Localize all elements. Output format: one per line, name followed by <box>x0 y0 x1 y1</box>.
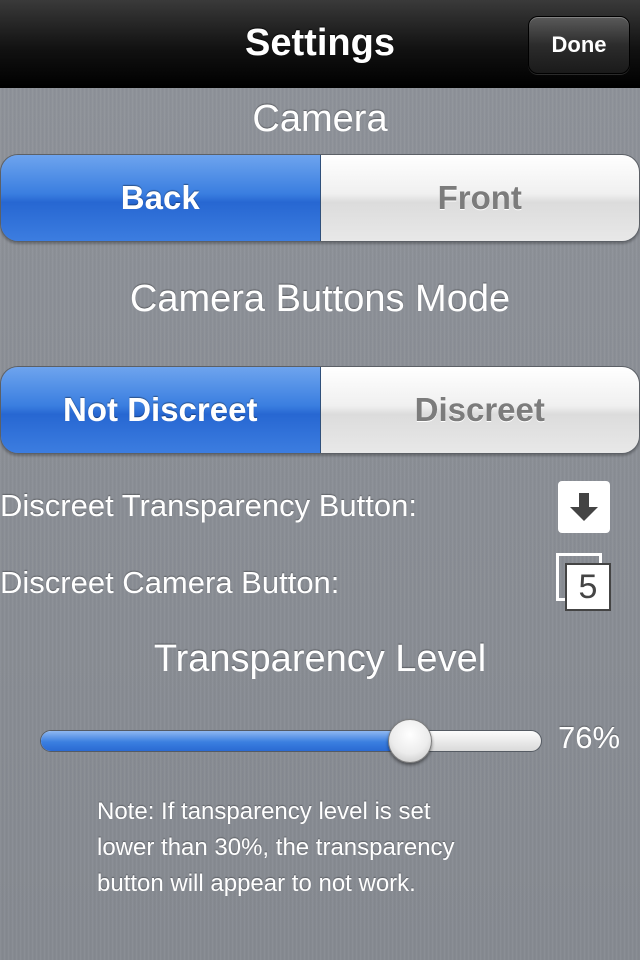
camera-front-segment[interactable]: Front <box>320 155 639 241</box>
camera-back-segment[interactable]: Back <box>1 155 321 241</box>
down-arrow-glyph <box>570 493 598 521</box>
note-line: button will appear to not work. <box>97 870 416 897</box>
note-line: lower than 30%, the transparency <box>97 834 455 861</box>
timer-5-icon[interactable]: 5 <box>556 553 612 611</box>
transparency-value: 76% <box>558 720 621 755</box>
note-line: Note: If tansparency level is set <box>97 798 431 825</box>
transparency-note: Note: If tansparency level is set lower … <box>97 794 567 902</box>
transparency-slider-fill <box>41 731 412 751</box>
discreet-transparency-label: Discreet Transparency Button: <box>0 488 417 523</box>
transparency-slider-thumb[interactable] <box>388 719 433 763</box>
transparency-slider-track[interactable] <box>40 730 542 752</box>
transparency-section-title: Transparency Level <box>153 638 487 680</box>
done-button[interactable]: Done <box>528 16 630 74</box>
not-discreet-segment[interactable]: Not Discreet <box>1 367 321 453</box>
discreet-camera-label: Discreet Camera Button: <box>0 565 340 600</box>
navigation-bar: Settings Done <box>0 0 640 88</box>
down-arrow-icon[interactable] <box>558 481 610 533</box>
discreet-segment[interactable]: Discreet <box>320 367 639 453</box>
timer-icon-digit: 5 <box>565 563 611 611</box>
buttons-mode-segmented-control: Not Discreet Discreet <box>0 366 640 454</box>
camera-section-title: Camera <box>252 98 388 140</box>
buttons-mode-section-title: Camera Buttons Mode <box>129 278 511 320</box>
camera-segmented-control: Back Front <box>0 154 640 242</box>
